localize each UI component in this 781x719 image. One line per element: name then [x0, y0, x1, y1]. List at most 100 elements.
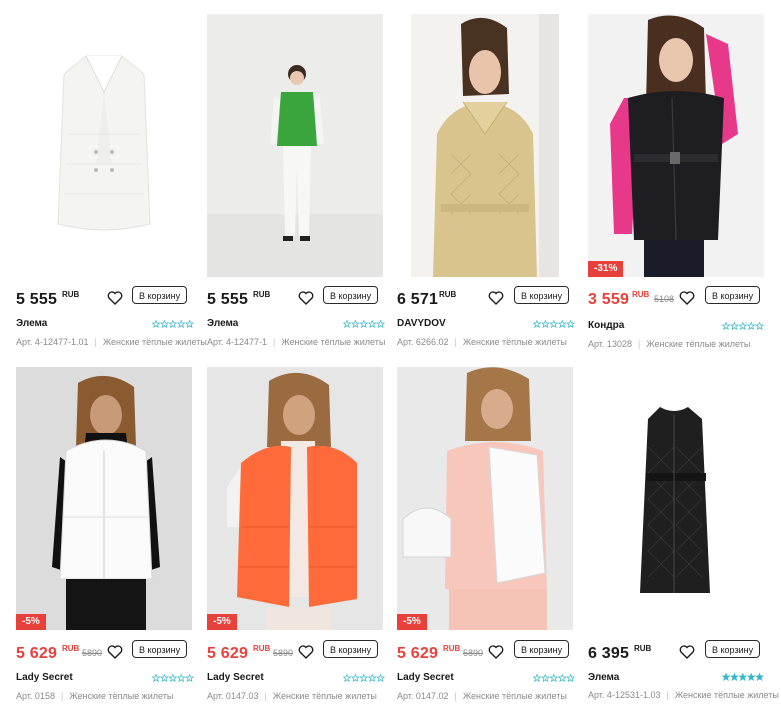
old-price: 5108	[654, 294, 675, 304]
product-meta: Арт. 4-12477-1 | Женские тёплые жилеты	[207, 337, 386, 347]
add-to-cart-button[interactable]: В корзину	[132, 640, 188, 658]
product-article: Арт. 0147.03	[207, 691, 259, 701]
product-card[interactable]: 6 571 RUB В корзину DAVYDOV Арт. 6266.02…	[397, 14, 575, 354]
category-link[interactable]: Женские тёплые жилеты	[281, 337, 385, 347]
product-article: Арт. 0158	[16, 691, 55, 701]
heart-icon[interactable]	[678, 643, 696, 661]
rating-stars-icon	[722, 322, 764, 330]
product-article: Арт. 4-12477-1.01	[16, 337, 89, 347]
product-article: Арт. 4-12531-1.03	[588, 690, 661, 700]
product-price: 5 555	[16, 291, 58, 308]
product-card[interactable]: -5% 5 629 RUB 5890 В корзину Lady Secret…	[397, 367, 575, 707]
old-price: 5890	[82, 648, 103, 658]
rating-stars-icon	[343, 674, 385, 682]
product-meta: Арт. 6266.02 | Женские тёплые жилеты	[397, 337, 567, 347]
currency-label: RUB	[62, 644, 80, 653]
product-brand[interactable]: Элема	[16, 318, 47, 329]
currency-label: RUB	[443, 644, 461, 653]
product-meta: Арт. 0147.02 | Женские тёплые жилеты	[397, 691, 567, 701]
product-brand[interactable]: Элема	[588, 672, 619, 683]
product-article: Арт. 6266.02	[397, 337, 449, 347]
add-to-cart-button[interactable]: В корзину	[323, 640, 379, 658]
product-brand[interactable]: Кондра	[588, 320, 624, 331]
currency-label: RUB	[62, 290, 80, 299]
heart-icon[interactable]	[106, 643, 124, 661]
discount-badge: -31%	[588, 261, 624, 277]
product-price: 3 559	[588, 291, 630, 308]
product-photo[interactable]	[207, 14, 383, 277]
discount-badge: -5%	[397, 614, 427, 630]
heart-icon[interactable]	[678, 289, 696, 307]
product-photo[interactable]	[411, 14, 559, 277]
white-puffer-vest-image	[16, 367, 192, 630]
rating-stars-icon	[152, 674, 194, 682]
product-article: Арт. 13028	[588, 339, 632, 349]
pink-suit-white-vest-image	[397, 367, 573, 630]
add-to-cart-button[interactable]: В корзину	[323, 286, 379, 304]
product-card[interactable]: 6 395 RUB В корзину Элема Арт. 4-12531-1…	[588, 367, 779, 707]
product-brand[interactable]: Lady Secret	[207, 672, 264, 683]
product-brand[interactable]: Lady Secret	[16, 672, 73, 683]
product-brand[interactable]: Элема	[207, 318, 238, 329]
product-photo[interactable]	[588, 367, 764, 630]
heart-icon[interactable]	[487, 643, 505, 661]
currency-label: RUB	[253, 290, 271, 299]
add-to-cart-button[interactable]: В корзину	[705, 640, 761, 658]
white-vest-image	[16, 14, 192, 277]
product-article: Арт. 4-12477-1	[207, 337, 267, 347]
category-link[interactable]: Женские тёплые жилеты	[463, 337, 567, 347]
rating-stars-icon	[722, 673, 764, 681]
product-price: 6 395	[588, 645, 630, 662]
category-link[interactable]: Женские тёплые жилеты	[103, 337, 207, 347]
product-article: Арт. 0147.02	[397, 691, 449, 701]
product-meta: Арт. 0147.03 | Женские тёплые жилеты	[207, 691, 377, 701]
product-meta: Арт. 13028 | Женские тёплые жилеты	[588, 339, 751, 349]
product-brand[interactable]: Lady Secret	[397, 672, 454, 683]
product-photo[interactable]: -31%	[588, 14, 764, 277]
add-to-cart-button[interactable]: В корзину	[132, 286, 188, 304]
currency-label: RUB	[253, 644, 271, 653]
heart-icon[interactable]	[487, 289, 505, 307]
category-link[interactable]: Женские тёплые жилеты	[273, 691, 377, 701]
product-card[interactable]: -31% 3 559 RUB 5108 В корзину Кондра Арт…	[588, 14, 764, 354]
currency-label: RUB	[439, 290, 457, 299]
product-price: 5 629	[207, 645, 249, 662]
add-to-cart-button[interactable]: В корзину	[514, 640, 570, 658]
category-link[interactable]: Женские тёплые жилеты	[69, 691, 173, 701]
rating-stars-icon	[533, 320, 575, 328]
product-photo[interactable]: -5%	[16, 367, 192, 630]
old-price: 5890	[463, 648, 484, 658]
rating-stars-icon	[343, 320, 385, 328]
heart-icon[interactable]	[297, 289, 315, 307]
currency-label: RUB	[634, 644, 652, 653]
rating-stars-icon	[533, 674, 575, 682]
rating-stars-icon	[152, 320, 194, 328]
product-meta: Арт. 0158 | Женские тёплые жилеты	[16, 691, 174, 701]
product-card[interactable]: 5 555 RUB В корзину Элема Арт. 4-12477-1…	[16, 14, 207, 354]
category-link[interactable]: Женские тёплые жилеты	[675, 690, 779, 700]
old-price: 5890	[273, 648, 294, 658]
product-photo[interactable]: -5%	[397, 367, 573, 630]
category-link[interactable]: Женские тёплые жилеты	[463, 691, 567, 701]
product-photo[interactable]	[16, 14, 192, 277]
discount-badge: -5%	[207, 614, 237, 630]
orange-puffer-vest-image	[207, 367, 383, 630]
green-vest-image	[207, 14, 383, 277]
product-photo[interactable]: -5%	[207, 367, 383, 630]
heart-icon[interactable]	[106, 289, 124, 307]
product-card[interactable]: -5% 5 629 RUB 5890 В корзину Lady Secret…	[207, 367, 385, 707]
product-price: 5 629	[16, 645, 58, 662]
product-meta: Арт. 4-12531-1.03 | Женские тёплые жилеты	[588, 690, 779, 700]
black-vest-pink-hoodie-image	[588, 14, 764, 277]
add-to-cart-button[interactable]: В корзину	[705, 286, 761, 304]
product-card[interactable]: -5% 5 629 RUB 5890 В корзину Lady Secret…	[16, 367, 194, 707]
product-brand[interactable]: DAVYDOV	[397, 318, 446, 329]
category-link[interactable]: Женские тёплые жилеты	[646, 339, 750, 349]
beige-quilted-jacket-image	[411, 14, 559, 277]
product-card[interactable]: 5 555 RUB В корзину Элема Арт. 4-12477-1…	[207, 14, 386, 354]
long-black-quilted-vest-image	[588, 367, 764, 630]
heart-icon[interactable]	[297, 643, 315, 661]
currency-label: RUB	[632, 290, 650, 299]
add-to-cart-button[interactable]: В корзину	[514, 286, 570, 304]
product-price: 6 571	[397, 291, 439, 308]
